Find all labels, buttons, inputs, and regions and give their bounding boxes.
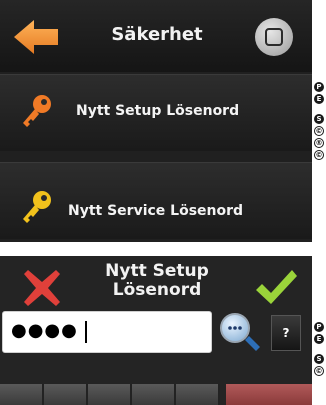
home-icon <box>265 28 283 46</box>
security-screen: Säkerhet Nytt Setup Lösenord Nytt Servic… <box>0 0 312 242</box>
confirm-button[interactable] <box>254 268 298 312</box>
back-arrow-icon <box>14 20 58 54</box>
password-entry-screen: Nytt Setup Lösenord ●●●● ? <box>0 256 312 405</box>
keyboard-key-delete[interactable] <box>226 384 312 405</box>
page-title: Säkerhet <box>111 24 203 45</box>
side-glyph: S <box>314 354 324 364</box>
keyboard-key[interactable] <box>176 384 220 405</box>
side-glyph: E <box>314 94 324 104</box>
back-button[interactable] <box>14 20 58 58</box>
menu-item-service-password[interactable]: Nytt Service Lösenord <box>0 162 312 239</box>
side-glyph: ® <box>314 138 324 148</box>
side-glyph: © <box>314 150 324 160</box>
side-glyph: © <box>314 366 324 376</box>
page-title: Nytt Setup Lösenord <box>72 262 242 300</box>
password-input[interactable]: ●●●● <box>2 311 212 353</box>
keyboard-key[interactable] <box>44 384 88 405</box>
cancel-button[interactable] <box>22 268 62 312</box>
side-glyph: S <box>314 114 324 124</box>
keyboard-key[interactable] <box>0 384 44 405</box>
side-glyphs-2: P E S © <box>314 322 326 378</box>
title-line-2: Lösenord <box>112 280 202 300</box>
home-button[interactable] <box>255 18 293 56</box>
keyboard-key[interactable] <box>88 384 132 405</box>
password-value: ●●●● <box>11 320 78 341</box>
side-glyph: P <box>314 82 324 92</box>
keyboard-key[interactable] <box>132 384 176 405</box>
key-yellow-icon <box>20 189 54 229</box>
side-glyph: P <box>314 322 324 332</box>
close-icon <box>24 270 60 306</box>
menu-item-label: Nytt Service Lösenord <box>68 203 244 219</box>
magnifier-icon <box>220 313 260 351</box>
menu-item-setup-password[interactable]: Nytt Setup Lösenord <box>0 74 312 151</box>
checkmark-icon <box>256 270 297 304</box>
show-password-button[interactable] <box>218 311 262 359</box>
title-line-1: Nytt Setup <box>105 261 209 281</box>
side-glyph: E <box>314 334 324 344</box>
text-cursor <box>85 321 87 343</box>
side-glyph: © <box>314 126 324 136</box>
side-glyphs-1: P E S © ® © <box>314 82 326 162</box>
help-button[interactable]: ? <box>271 315 301 351</box>
menu-item-label: Nytt Setup Lösenord <box>76 103 240 119</box>
keyboard-row <box>0 384 312 405</box>
key-orange-icon <box>20 93 54 133</box>
header-bar: Säkerhet <box>0 0 312 72</box>
